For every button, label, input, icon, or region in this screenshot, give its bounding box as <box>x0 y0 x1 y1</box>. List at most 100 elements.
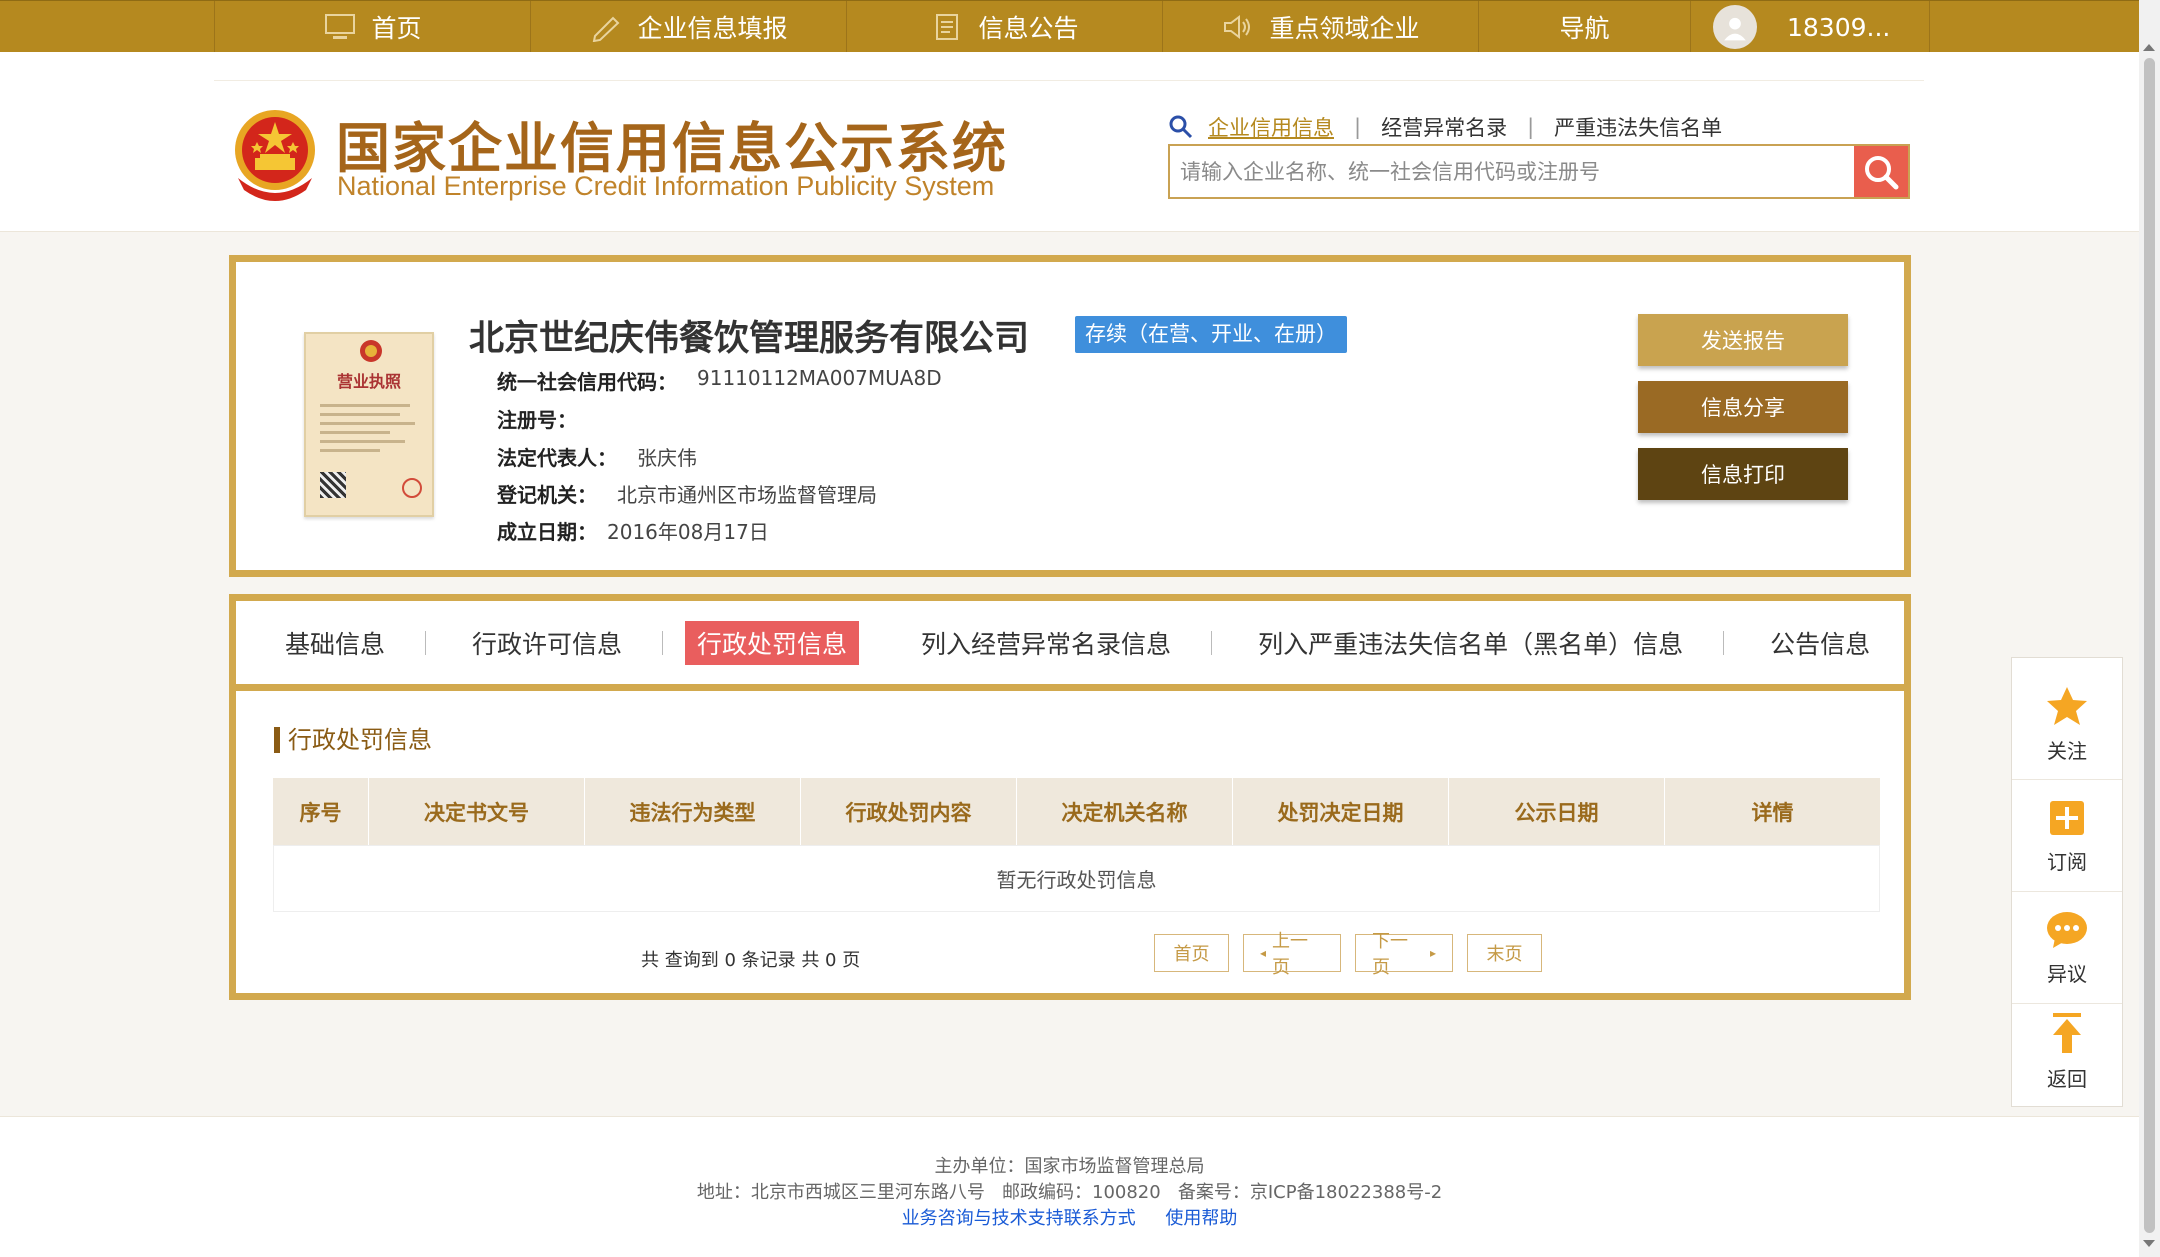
tab-basic-info[interactable]: 基础信息 <box>273 621 397 665</box>
footer-address: 地址：北京市西城区三里河东路八号 邮政编码：100820 备案号：京ICP备18… <box>696 1182 1443 1203</box>
info-established-date: 成立日期： 2016年08月17日 <box>497 516 769 545</box>
nav-navigation-label: 导航 <box>1559 14 1610 43</box>
info-value: 91110112MA007MUA8D <box>697 366 942 390</box>
page-next-button[interactable]: 下一页 ▸ <box>1355 931 1453 978</box>
penalty-table: 序号 决定书文号 违法行为类型 行政处罚内容 决定机关名称 处罚决定日期 公示日… <box>273 778 1880 912</box>
nav-key-sector-label: 重点领域企业 <box>1269 14 1420 43</box>
tab-admin-license[interactable]: 行政许可信息 <box>460 621 634 665</box>
page-next-label: 下一页 <box>1372 931 1408 978</box>
page-last-button[interactable]: 末页 <box>1467 934 1542 972</box>
avatar <box>1713 5 1757 49</box>
floating-sidebar: 关注 订阅 异议 返回 <box>2011 657 2123 1107</box>
page-first-button[interactable]: 首页 <box>1154 934 1229 972</box>
share-info-button[interactable]: 信息分享 <box>1638 381 1848 433</box>
info-tabs: 基础信息 行政许可信息 行政处罚信息 列入经营异常名录信息 列入严重违法失信名单… <box>236 601 1904 691</box>
edit-icon <box>593 16 620 42</box>
send-report-button[interactable]: 发送报告 <box>1638 314 1848 366</box>
page-prev-label: 上一页 <box>1272 931 1309 978</box>
tab-separator <box>662 630 664 655</box>
column-header: 决定机关名称 <box>1017 778 1233 845</box>
table-header: 序号 决定书文号 违法行为类型 行政处罚内容 决定机关名称 处罚决定日期 公示日… <box>273 778 1880 845</box>
column-header: 详情 <box>1751 800 1794 825</box>
follow-button[interactable]: 关注 <box>2012 670 2122 780</box>
column-header: 处罚决定日期 <box>1233 778 1449 845</box>
scroll-down-arrow[interactable] <box>2143 1240 2155 1247</box>
license-qrcode <box>320 472 346 498</box>
document-icon <box>936 14 959 40</box>
scroll-thumb[interactable] <box>2144 58 2155 1233</box>
back-to-top-button[interactable]: 返回 <box>2012 996 2122 1106</box>
search-input[interactable] <box>1170 146 1854 197</box>
tab-abnormal-list[interactable]: 列入经营异常名录信息 <box>909 621 1183 665</box>
site-title-en: National Enterprise Credit Information P… <box>337 171 995 201</box>
subscribe-label: 订阅 <box>2047 850 2087 874</box>
table-empty-row: 暂无行政处罚信息 <box>273 845 1880 912</box>
nav-navigation[interactable]: 导航 <box>1478 1 1690 53</box>
page-prev-button[interactable]: ◂ 上一页 <box>1243 931 1341 978</box>
site-footer: 主办单位：国家市场监督管理总局 地址：北京市西城区三里河东路八号 邮政编码：10… <box>0 1116 2139 1257</box>
follow-label: 关注 <box>2047 739 2087 763</box>
column-header: 行政处罚内容 <box>801 778 1017 845</box>
license-seal <box>402 478 422 498</box>
company-card: 营业执照 北京世纪庆伟餐饮管理服务有限公司 存续（在营、开业、在册） 统一社会信… <box>229 255 1911 577</box>
header-divider <box>214 80 1924 81</box>
subscribe-button[interactable]: 订阅 <box>2012 782 2122 892</box>
nav-home-label: 首页 <box>371 14 422 43</box>
nav-enterprise-report-label: 企业信息填报 <box>637 14 788 43</box>
nav-user[interactable]: 18309... <box>1690 1 1930 53</box>
search-icon <box>1865 155 1899 189</box>
search-icon <box>1169 115 1193 139</box>
tab-admin-penalty[interactable]: 行政处罚信息 <box>685 620 860 665</box>
nav-enterprise-report[interactable]: 企业信息填报 <box>530 1 846 53</box>
search-link-credit[interactable]: 企业信用信息 <box>1208 112 1334 142</box>
chevron-right-icon: ▸ <box>1429 946 1436 960</box>
footer-links: 业务咨询与技术支持联系方式 使用帮助 <box>0 1204 2139 1230</box>
detail-section: 基础信息 行政许可信息 行政处罚信息 列入经营异常名录信息 列入严重违法失信名单… <box>229 594 1911 1000</box>
nav-announcement[interactable]: 信息公告 <box>846 1 1162 53</box>
column-header: 序号 <box>273 778 369 845</box>
tab-announcements[interactable]: 公告信息 <box>1758 621 1882 665</box>
column-header: 公示日期 <box>1449 778 1665 845</box>
footer-help-link[interactable]: 使用帮助 <box>1165 1208 1237 1229</box>
nav-key-sector[interactable]: 重点领域企业 <box>1162 1 1478 53</box>
info-label: 注册号： <box>497 408 577 432</box>
objection-label: 异议 <box>2047 962 2087 986</box>
chevron-left-icon: ◂ <box>1260 946 1267 960</box>
pager-summary: 共 查询到 0 条记录 共 0 页 <box>641 950 861 971</box>
info-label: 登记机关： <box>497 483 597 507</box>
search-link-blacklist[interactable]: 严重违法失信名单 <box>1554 112 1722 142</box>
tab-separator <box>1211 630 1213 655</box>
search-link-abnormal[interactable]: 经营异常名录 <box>1381 112 1507 142</box>
national-emblem-icon <box>235 110 315 201</box>
info-registration-authority: 登记机关： 北京市通州区市场监督管理局 <box>497 479 877 508</box>
column-header: 违法行为类型 <box>585 778 801 845</box>
top-navbar: 首页 企业信息填报 信息公告 重点领域企业 导航 18309... <box>0 0 2139 53</box>
info-label: 统一社会信用代码： <box>497 370 677 394</box>
link-separator: | <box>1354 115 1362 139</box>
status-badge: 存续（在营、开业、在册） <box>1075 316 1347 353</box>
footer-host: 主办单位：国家市场监督管理总局 <box>934 1156 1205 1177</box>
objection-button[interactable]: 异议 <box>2012 894 2122 1004</box>
back-label: 返回 <box>2047 1066 2087 1091</box>
arrow-up-icon <box>2053 1012 2081 1053</box>
footer-contact-link[interactable]: 业务咨询与技术支持联系方式 <box>902 1208 1136 1229</box>
info-label: 成立日期： <box>497 520 597 544</box>
page-scrollbar[interactable] <box>2139 0 2160 1257</box>
tab-separator <box>1723 630 1725 655</box>
search-button[interactable] <box>1854 146 1908 197</box>
info-reg-number: 注册号： <box>497 404 597 433</box>
chat-bubble-icon <box>2047 912 2087 948</box>
link-separator: | <box>1527 115 1535 139</box>
scroll-up-arrow[interactable] <box>2143 44 2155 51</box>
user-name: 18309... <box>1787 12 1891 42</box>
print-info-button[interactable]: 信息打印 <box>1638 448 1848 500</box>
nav-announcement-label: 信息公告 <box>978 14 1079 43</box>
nav-home[interactable]: 首页 <box>214 1 530 53</box>
star-icon <box>2047 687 2087 725</box>
license-text-lines <box>320 398 420 458</box>
info-label: 法定代表人： <box>497 446 617 470</box>
tab-blacklist[interactable]: 列入严重违法失信名单（黑名单）信息 <box>1246 621 1695 665</box>
site-header: 国家企业信用信息公示系统 National Enterprise Credit … <box>0 52 2139 232</box>
business-license-image[interactable]: 营业执照 <box>304 332 434 517</box>
plus-square-icon <box>2050 801 2084 835</box>
